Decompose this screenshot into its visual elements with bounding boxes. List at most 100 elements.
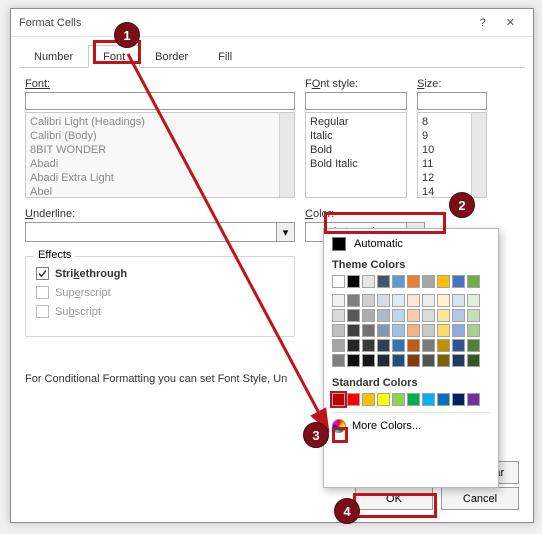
color-swatch[interactable] [362,324,375,337]
color-swatch[interactable] [422,294,435,307]
color-swatch[interactable] [467,354,480,367]
font-style-textbox[interactable] [305,92,407,110]
color-swatch[interactable] [392,275,405,288]
list-item[interactable]: Calibri (Body) [30,129,290,143]
size-listbox[interactable]: 8 9 10 11 12 14 [417,112,487,198]
color-swatch[interactable] [377,339,390,352]
underline-combo[interactable]: ▾ [25,222,295,242]
color-swatch[interactable] [332,393,345,406]
color-swatch[interactable] [467,393,480,406]
tab-font[interactable]: Font [88,45,140,68]
color-swatch[interactable] [437,309,450,322]
color-swatch[interactable] [452,354,465,367]
color-swatch[interactable] [437,393,450,406]
color-swatch[interactable] [377,354,390,367]
color-swatch[interactable] [407,393,420,406]
font-textbox[interactable] [25,92,295,110]
color-swatch[interactable] [332,354,345,367]
color-swatch[interactable] [392,339,405,352]
color-swatch[interactable] [407,294,420,307]
tab-border[interactable]: Border [140,45,203,68]
list-item[interactable]: Abel [30,185,290,198]
color-swatch[interactable] [467,339,480,352]
more-colors-item[interactable]: More Colors... [332,412,490,433]
close-button[interactable]: ✕ [496,12,525,33]
color-swatch[interactable] [362,354,375,367]
list-item[interactable]: Bold Italic [310,157,402,171]
color-swatch[interactable] [347,339,360,352]
color-swatch[interactable] [377,309,390,322]
list-item[interactable]: Abadi Extra Light [30,171,290,185]
color-swatch[interactable] [452,309,465,322]
color-swatch[interactable] [437,339,450,352]
color-swatch[interactable] [437,275,450,288]
color-swatch[interactable] [392,354,405,367]
list-item[interactable]: Abadi [30,157,290,171]
color-swatch[interactable] [392,309,405,322]
color-swatch[interactable] [347,309,360,322]
tab-number[interactable]: Number [19,45,88,68]
color-swatch[interactable] [377,393,390,406]
color-swatch[interactable] [452,324,465,337]
color-swatch[interactable] [347,324,360,337]
subscript-checkbox[interactable]: Subscript [36,305,284,318]
help-button[interactable]: ? [470,13,496,33]
color-swatch[interactable] [452,393,465,406]
color-swatch[interactable] [437,354,450,367]
color-swatch[interactable] [362,339,375,352]
color-swatch[interactable] [377,275,390,288]
color-swatch[interactable] [347,393,360,406]
ok-button[interactable]: OK [355,487,433,510]
font-style-listbox[interactable]: Regular Italic Bold Bold Italic [305,112,407,198]
color-swatch[interactable] [422,309,435,322]
color-swatch[interactable] [422,354,435,367]
color-swatch[interactable] [332,339,345,352]
automatic-item[interactable]: Automatic [332,237,490,251]
list-item[interactable]: Regular [310,115,402,129]
list-item[interactable]: Italic [310,129,402,143]
chevron-down-icon[interactable]: ▾ [276,223,294,241]
color-swatch[interactable] [467,324,480,337]
color-swatch[interactable] [467,275,480,288]
cancel-button[interactable]: Cancel [441,487,519,510]
color-swatch[interactable] [392,393,405,406]
color-swatch[interactable] [407,339,420,352]
scrollbar[interactable] [471,113,486,197]
color-swatch[interactable] [452,275,465,288]
color-swatch[interactable] [332,324,345,337]
list-item[interactable]: 8BIT WONDER [30,143,290,157]
list-item[interactable]: Bold [310,143,402,157]
color-swatch[interactable] [467,309,480,322]
color-swatch[interactable] [377,294,390,307]
color-swatch[interactable] [362,275,375,288]
color-swatch[interactable] [452,339,465,352]
color-swatch[interactable] [422,393,435,406]
size-textbox[interactable] [417,92,487,110]
color-swatch[interactable] [467,294,480,307]
color-swatch[interactable] [407,324,420,337]
color-swatch[interactable] [422,339,435,352]
color-swatch[interactable] [452,294,465,307]
scrollbar[interactable] [279,113,294,197]
color-swatch[interactable] [347,275,360,288]
color-swatch[interactable] [437,324,450,337]
color-swatch[interactable] [332,294,345,307]
strikethrough-checkbox[interactable]: Strikethrough [36,267,284,280]
color-swatch[interactable] [392,324,405,337]
color-swatch[interactable] [407,354,420,367]
color-swatch[interactable] [362,294,375,307]
superscript-checkbox[interactable]: Superscript [36,286,284,299]
color-swatch[interactable] [407,309,420,322]
color-swatch[interactable] [422,275,435,288]
color-swatch[interactable] [347,294,360,307]
color-swatch[interactable] [347,354,360,367]
color-swatch[interactable] [407,275,420,288]
color-swatch[interactable] [332,309,345,322]
color-swatch[interactable] [422,324,435,337]
font-listbox[interactable]: Calibri Light (Headings) Calibri (Body) … [25,112,295,198]
tab-fill[interactable]: Fill [203,45,247,68]
color-swatch[interactable] [377,324,390,337]
color-swatch[interactable] [362,309,375,322]
color-swatch[interactable] [437,294,450,307]
color-swatch[interactable] [332,275,345,288]
